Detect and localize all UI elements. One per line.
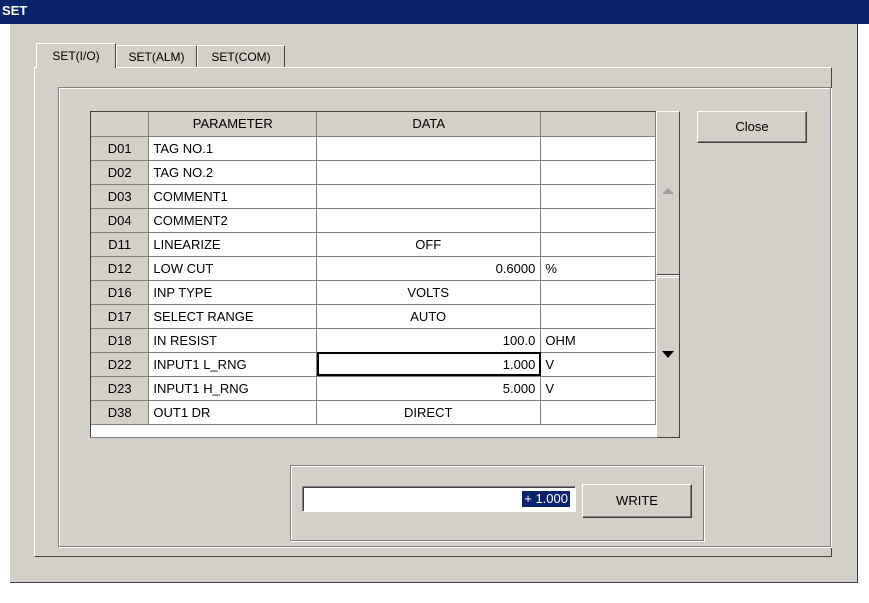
- set-window: SET SET(I/O) SET(ALM) SET(COM) PARAMETER…: [0, 0, 869, 603]
- title-bar[interactable]: SET: [0, 0, 869, 24]
- dialog-frame: [10, 24, 858, 583]
- tab-set-io[interactable]: SET(I/O): [36, 43, 116, 68]
- window-title: SET: [2, 3, 28, 18]
